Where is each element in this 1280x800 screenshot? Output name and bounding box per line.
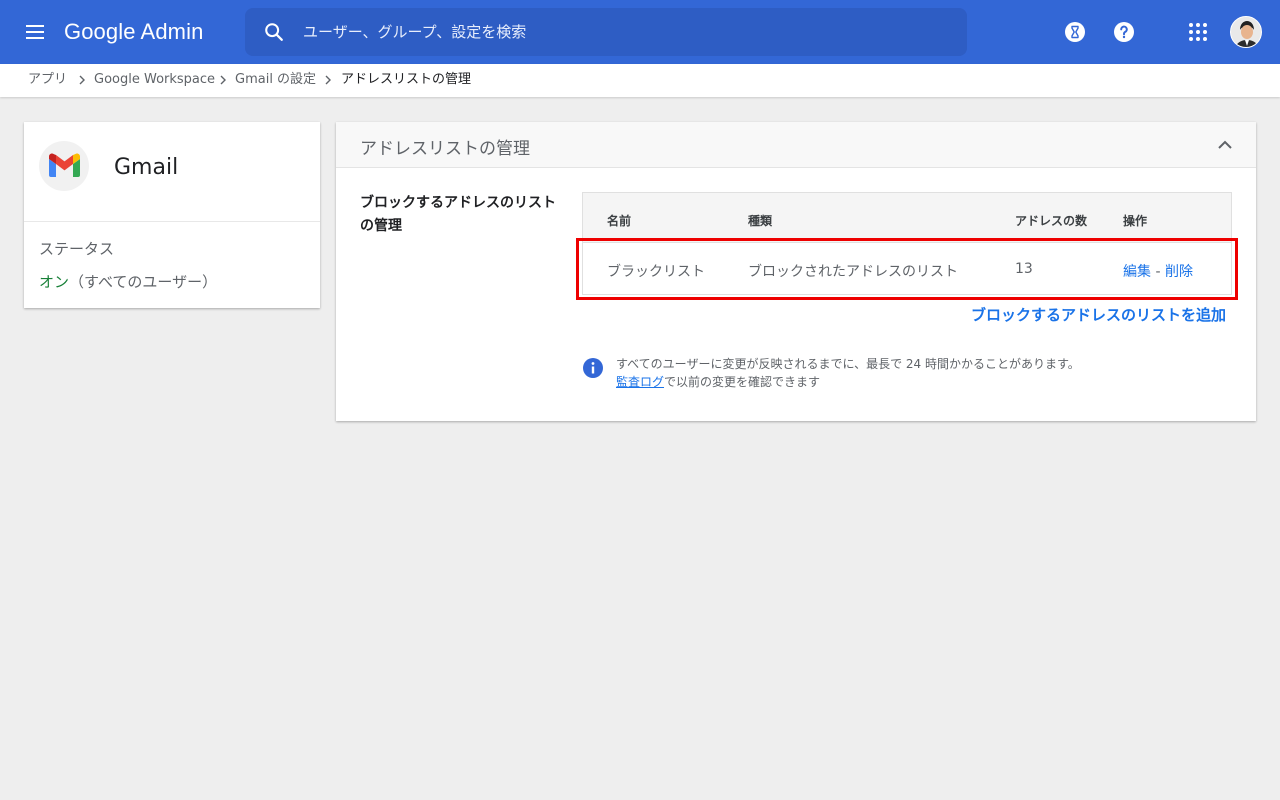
info-text-audit-rest: で以前の変更を確認できます xyxy=(664,375,821,389)
delete-link[interactable]: 削除 xyxy=(1165,264,1193,280)
table-header: 名前 種類 アドレスの数 操作 xyxy=(583,193,1231,243)
search-input[interactable] xyxy=(303,8,943,56)
status-on-text: オン xyxy=(39,273,70,291)
card-header[interactable]: アドレスリストの管理 xyxy=(336,122,1256,168)
cell-name: ブラックリスト xyxy=(607,264,705,280)
google-admin-logo[interactable]: Google Admin xyxy=(64,17,203,47)
section-label: ブロックするアドレスのリストの管理 xyxy=(360,195,556,234)
card-title: アドレスリストの管理 xyxy=(360,139,530,159)
table-row: ブラックリスト ブロックされたアドレスのリスト 13 編集 - 削除 xyxy=(583,243,1231,294)
cell-type: ブロックされたアドレスのリスト xyxy=(748,264,958,280)
avatar-image xyxy=(1231,17,1261,47)
address-list-table: 名前 種類 アドレスの数 操作 ブラックリスト ブロックされたアドレスのリスト … xyxy=(582,192,1232,295)
divider xyxy=(24,221,320,222)
address-list-card: アドレスリストの管理 ブロックするアドレスのリストの管理 名前 種類 アドレスの… xyxy=(336,122,1256,421)
top-app-bar: Google Admin xyxy=(0,0,1280,64)
edit-link[interactable]: 編集 xyxy=(1123,264,1151,280)
breadcrumb-item-gmail-settings[interactable]: Gmail の設定 xyxy=(235,72,316,88)
add-blocked-list-link[interactable]: ブロックするアドレスのリストを追加 xyxy=(971,304,1226,325)
chevron-right-icon xyxy=(79,75,85,85)
apps-grid-icon[interactable] xyxy=(1186,20,1210,44)
column-header-type: 種類 xyxy=(748,214,773,228)
column-header-count: アドレスの数 xyxy=(1015,214,1088,228)
status-scope-text: （すべてのユーザー） xyxy=(69,273,218,291)
breadcrumb: アプリ Google Workspace Gmail の設定 アドレスリストの管… xyxy=(0,64,1280,97)
cell-actions: 編集 - 削除 xyxy=(1123,261,1193,281)
search-bar[interactable] xyxy=(245,8,967,56)
column-header-name: 名前 xyxy=(607,214,632,228)
menu-icon[interactable] xyxy=(24,20,48,44)
chevron-right-icon xyxy=(220,75,226,85)
audit-log-link[interactable]: 監査ログ xyxy=(616,375,664,389)
app-name: Gmail xyxy=(114,155,179,180)
cell-count: 13 xyxy=(1015,261,1033,277)
action-separator: - xyxy=(1155,264,1161,280)
app-icon xyxy=(39,141,89,191)
breadcrumb-item-workspace[interactable]: Google Workspace xyxy=(94,72,215,88)
breadcrumb-current: アドレスリストの管理 xyxy=(341,72,472,87)
status-value: オン（すべてのユーザー） xyxy=(39,271,217,292)
info-text-audit: 監査ログで以前の変更を確認できます xyxy=(616,373,820,390)
avatar[interactable] xyxy=(1230,16,1262,48)
column-header-actions: 操作 xyxy=(1123,214,1148,228)
breadcrumb-item-apps[interactable]: アプリ xyxy=(28,72,67,88)
gmail-logo-icon xyxy=(49,153,80,177)
info-text-propagation: すべてのユーザーに変更が反映されるまでに、最長で 24 時間かかることがあります… xyxy=(616,357,1080,371)
search-icon xyxy=(265,23,283,41)
app-summary-card: Gmail ステータス オン（すべてのユーザー） xyxy=(24,122,320,308)
hourglass-icon[interactable] xyxy=(1063,20,1087,44)
status-label: ステータス xyxy=(39,240,115,258)
chevron-up-icon[interactable] xyxy=(1216,139,1234,151)
help-icon[interactable] xyxy=(1112,20,1136,44)
chevron-right-icon xyxy=(325,75,331,85)
info-icon xyxy=(583,358,603,378)
